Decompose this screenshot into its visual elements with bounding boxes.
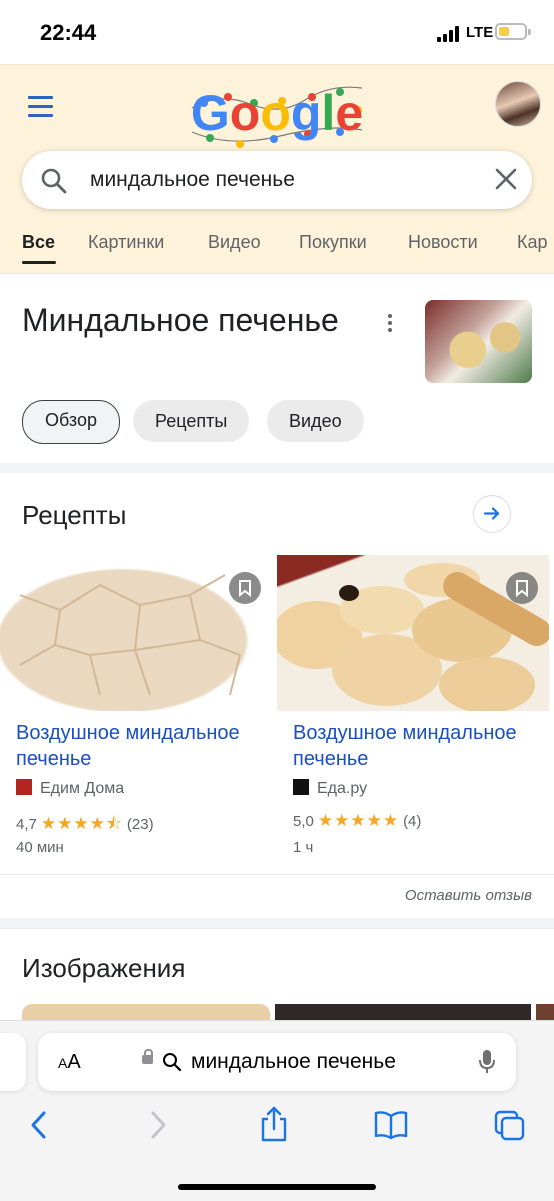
divider	[0, 874, 554, 875]
recipe-rating: 4,7 ★★★★⯪ (23)	[16, 811, 154, 840]
bookmark-button[interactable]	[506, 572, 538, 604]
tab-images[interactable]: Картинки	[88, 232, 164, 253]
bookmark-icon	[239, 580, 251, 598]
tab-all[interactable]: Все	[22, 232, 55, 253]
section-divider	[0, 918, 554, 928]
chip-video[interactable]: Видео	[267, 400, 364, 442]
recipe-card[interactable]: Воздушное миндальное печенье Едим Дома 4…	[0, 555, 272, 856]
tabs-icon[interactable]	[493, 1109, 527, 1143]
source-favicon-icon	[293, 779, 309, 795]
recipe-duration: 1 ч	[293, 839, 314, 856]
search-icon	[163, 1053, 182, 1072]
search-box[interactable]: миндальное печенье	[22, 151, 532, 209]
chip-recipes[interactable]: Рецепты	[133, 400, 250, 442]
recipes-section: Рецепты Воздушное миндальное печенье Еди…	[0, 473, 554, 918]
more-options-icon[interactable]	[388, 314, 392, 335]
status-bar: 22:44 LTE	[0, 0, 554, 64]
recipes-heading: Рецепты	[22, 500, 127, 530]
images-heading: Изображения	[22, 953, 186, 983]
section-divider	[0, 463, 554, 473]
recipe-title[interactable]: Воздушное миндальное печенье	[293, 720, 543, 772]
svg-text:Google: Google	[191, 85, 363, 141]
active-tab-indicator	[22, 261, 56, 264]
tab-news[interactable]: Новости	[408, 232, 478, 253]
network-label: LTE	[466, 24, 494, 41]
source-name: Еда.ру	[317, 780, 368, 797]
recipe-source: Еда.ру	[293, 779, 367, 798]
rating-stars: ★★★★★	[317, 811, 400, 830]
battery-icon	[495, 23, 531, 40]
address-text[interactable]: миндальное печенье	[191, 1050, 396, 1074]
rating-value: 5,0	[293, 813, 314, 830]
source-name: Едим Дома	[40, 780, 125, 797]
rating-stars: ★★★★⯪	[40, 814, 123, 833]
recipe-source: Едим Дома	[16, 779, 124, 798]
home-indicator	[178, 1184, 376, 1190]
tab-video[interactable]: Видео	[208, 232, 261, 253]
tab-shopping[interactable]: Покупки	[299, 232, 367, 253]
search-icon	[41, 168, 67, 194]
browser-toolbar: AA миндальное печенье	[0, 1020, 554, 1201]
rating-value: 4,7	[16, 816, 37, 833]
menu-icon[interactable]	[28, 96, 53, 123]
status-time: 22:44	[40, 20, 97, 45]
entity-thumbnail[interactable]	[425, 300, 532, 383]
recipe-image[interactable]	[0, 555, 272, 711]
recipe-card[interactable]: Воздушное миндальное печенье Еда.ру 5,0 ★…	[277, 555, 549, 856]
knowledge-panel: Миндальное печенье Обзор Рецепты Видео	[0, 273, 554, 464]
previous-tab-preview[interactable]	[0, 1033, 26, 1091]
tab-maps[interactable]: Кар	[517, 232, 548, 253]
review-count: (4)	[403, 813, 422, 830]
feedback-link[interactable]: Оставить отзыв	[405, 887, 532, 904]
forward-icon[interactable]	[147, 1109, 169, 1141]
address-bar[interactable]: AA миндальное печенье	[38, 1033, 516, 1091]
entity-title: Миндальное печенье	[22, 302, 339, 338]
search-tabs: Все Картинки Видео Покупки Новости Кар	[0, 225, 554, 273]
arrow-right-icon	[483, 507, 500, 520]
clear-icon[interactable]	[494, 167, 518, 191]
chip-overview[interactable]: Обзор	[22, 400, 120, 444]
account-avatar[interactable]	[495, 81, 541, 127]
bookmarks-icon[interactable]	[373, 1109, 409, 1141]
google-doodle-logo[interactable]: Google	[190, 70, 365, 150]
bookmark-icon	[516, 580, 528, 598]
google-header: Google миндальное печенье Все Картинки В…	[0, 64, 554, 273]
search-query[interactable]: миндальное печенье	[90, 168, 295, 192]
reader-settings-button[interactable]: AA	[58, 1051, 81, 1074]
signal-icon	[437, 26, 463, 42]
microphone-icon[interactable]	[478, 1049, 496, 1075]
bookmark-button[interactable]	[229, 572, 261, 604]
recipe-duration: 40 мин	[16, 839, 64, 856]
recipe-title[interactable]: Воздушное миндальное печенье	[16, 720, 266, 772]
source-favicon-icon	[16, 779, 32, 795]
back-icon[interactable]	[28, 1109, 50, 1141]
share-icon[interactable]	[259, 1105, 289, 1143]
recipe-image[interactable]	[277, 555, 549, 711]
lock-icon	[142, 1049, 153, 1064]
recipe-rating: 5,0 ★★★★★ (4)	[293, 811, 421, 831]
review-count: (23)	[126, 816, 154, 833]
more-recipes-button[interactable]	[473, 495, 511, 533]
